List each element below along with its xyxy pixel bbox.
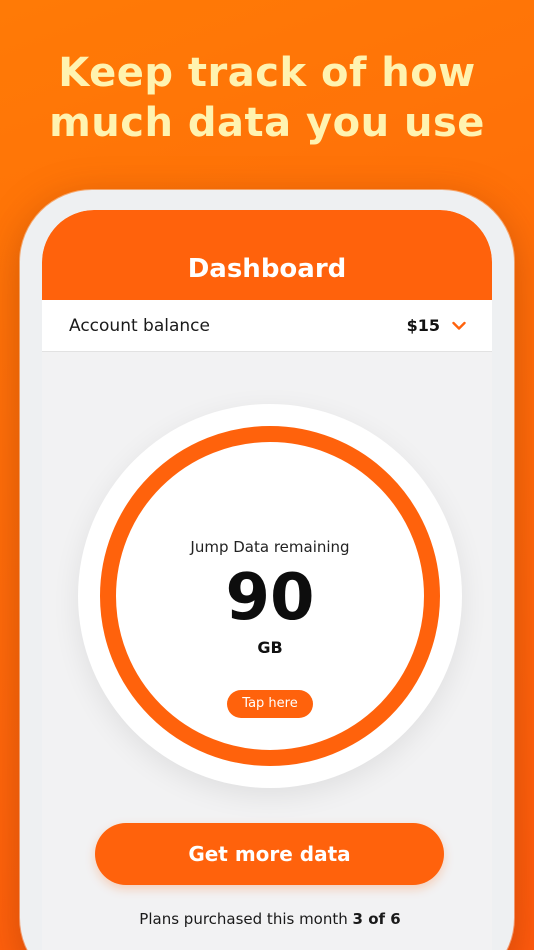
page-title: Dashboard xyxy=(187,254,347,284)
account-balance-row[interactable]: Account balance $15 xyxy=(42,300,492,352)
tap-here-button[interactable]: Tap here xyxy=(227,690,313,718)
promo-headline-line2: much data you use xyxy=(49,100,485,146)
get-more-data-button[interactable]: Get more data xyxy=(95,823,444,885)
plans-purchased-count: 3 of 6 xyxy=(352,910,401,928)
app-screen: Dashboard Account balance $15 Jump Data … xyxy=(42,210,492,950)
account-balance-toggle[interactable]: $15 xyxy=(407,316,466,335)
plans-purchased-label: Plans purchased this month xyxy=(139,910,353,928)
data-remaining-label: Jump Data remaining xyxy=(190,538,350,556)
data-remaining-value: 90 xyxy=(225,561,315,635)
promo-headline-line1: Keep track of how xyxy=(58,50,476,96)
plans-purchased-text: Plans purchased this month 3 of 6 xyxy=(42,910,492,928)
app-header: Dashboard xyxy=(42,210,492,300)
data-remaining-unit: GB xyxy=(257,638,283,657)
chevron-down-icon[interactable] xyxy=(452,321,466,331)
account-balance-label: Account balance xyxy=(69,315,210,336)
account-balance-value: $15 xyxy=(406,316,440,335)
promo-headline: Keep track of how much data you use xyxy=(0,48,534,148)
